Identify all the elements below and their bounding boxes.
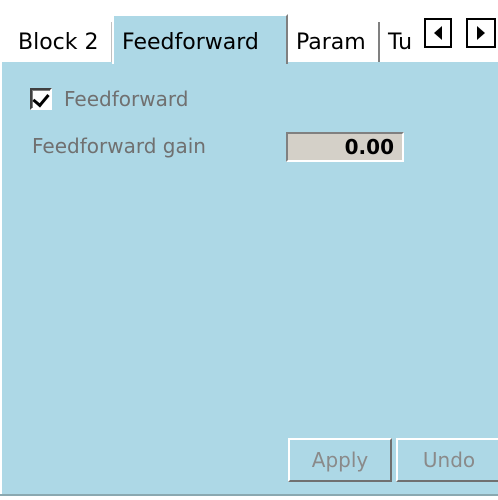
tab-tuning[interactable]: Tu	[380, 22, 426, 62]
bottom-divider	[0, 494, 498, 500]
tab-scroll-right-button[interactable]	[466, 18, 496, 48]
tab-block-2[interactable]: Block 2	[0, 22, 112, 62]
tab-strip: Block 2 Feedforward Param Tu	[0, 0, 498, 64]
checkmark-icon	[32, 89, 50, 108]
feedforward-panel	[0, 62, 498, 496]
feedforward-gain-label: Feedforward gain	[32, 134, 206, 158]
feedforward-checkbox-label: Feedforward	[64, 87, 189, 111]
tab-param[interactable]: Param	[288, 22, 380, 62]
feedforward-gain-field[interactable]: 0.00	[286, 132, 404, 162]
tab-feedforward[interactable]: Feedforward	[112, 14, 288, 64]
arrow-right-icon	[477, 26, 485, 40]
feedforward-checkbox[interactable]	[30, 88, 52, 110]
apply-button[interactable]: Apply	[288, 438, 392, 482]
tab-scroll-left-button[interactable]	[424, 18, 452, 48]
undo-button[interactable]: Undo	[396, 438, 498, 482]
feedforward-checkbox-row[interactable]: Feedforward	[30, 86, 188, 112]
arrow-left-icon	[434, 26, 442, 40]
